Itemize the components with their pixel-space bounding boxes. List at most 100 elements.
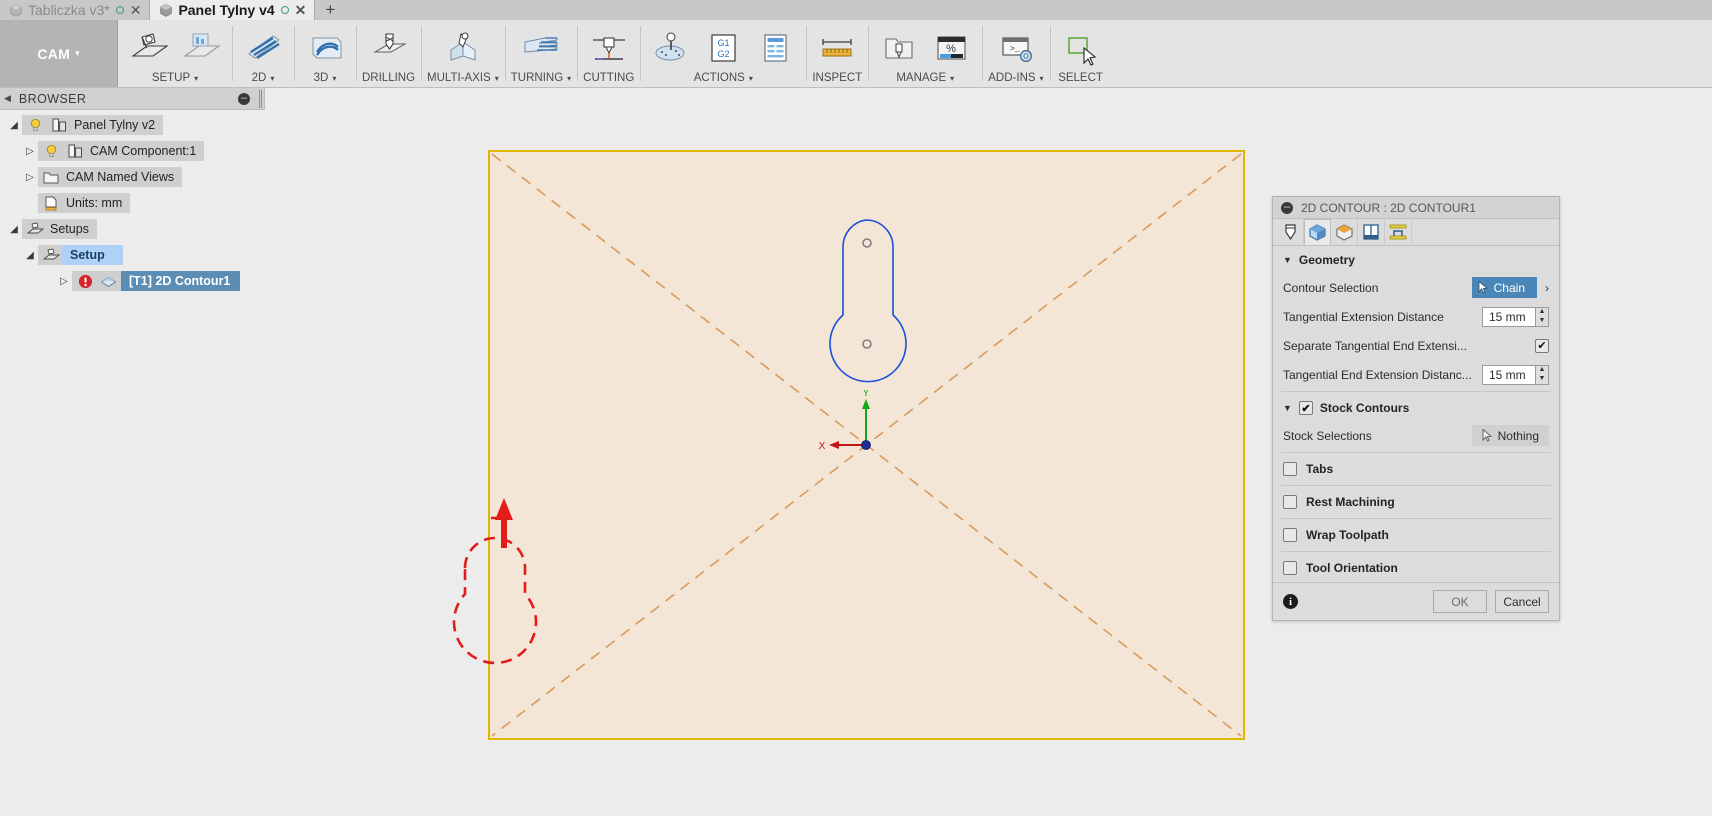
expand-twisty-icon[interactable]: ◢ — [6, 120, 22, 131]
chevron-down-icon: ▾ — [748, 73, 753, 83]
tree-item-pill: CAM Component:1 — [38, 141, 205, 161]
stepper-down-icon[interactable]: ▼ — [1539, 317, 1546, 324]
ok-button[interactable]: OK — [1433, 590, 1487, 613]
contour-selection-row: Contour Selection Chain › — [1273, 273, 1559, 302]
panel-resize-grip[interactable] — [259, 90, 262, 108]
tab-tool[interactable] — [1277, 219, 1304, 245]
scripts-addins-button[interactable]: >_ — [991, 26, 1041, 70]
drilling-button[interactable] — [364, 26, 414, 70]
lightbulb-icon[interactable] — [26, 117, 44, 133]
expand-twisty-icon[interactable]: ◢ — [6, 224, 22, 235]
tree-row-cam-component[interactable]: ▷ CAM Component:1 — [0, 138, 265, 164]
expand-twisty-icon[interactable]: ◢ — [22, 250, 38, 261]
wrap-toolpath-option-row[interactable]: Wrap Toolpath — [1273, 521, 1559, 549]
workspace-switcher[interactable]: CAM ▾ — [0, 20, 118, 87]
post-process-button[interactable]: G1 G2 — [698, 26, 748, 70]
threed-button[interactable] — [300, 26, 350, 70]
minimize-icon[interactable]: – — [238, 92, 250, 105]
multi-axis-button[interactable] — [438, 26, 488, 70]
tangential-end-input[interactable]: 15 mm ▲ ▼ — [1482, 364, 1549, 385]
tree-row-units[interactable]: Units: mm — [0, 190, 265, 216]
tangential-extension-row: Tangential Extension Distance 15 mm ▲ ▼ — [1273, 302, 1559, 331]
tool-orientation-option-row[interactable]: Tool Orientation — [1273, 554, 1559, 582]
lightbulb-icon[interactable] — [42, 143, 60, 159]
group-label: SETUP — [151, 72, 191, 84]
divider — [1281, 518, 1551, 519]
tab-passes[interactable] — [1358, 219, 1385, 245]
stepper[interactable]: ▲ ▼ — [1535, 307, 1548, 326]
ribbon-group-title: MULTI-AXIS ▾ — [427, 70, 499, 84]
close-icon[interactable]: ✕ — [295, 3, 307, 17]
document-tab-0[interactable]: Tabliczka v3* ✕ — [0, 0, 150, 20]
close-icon[interactable]: ✕ — [130, 3, 142, 17]
setup-button[interactable] — [124, 26, 174, 70]
setup-from-folder-button[interactable] — [176, 26, 226, 70]
tabs-option-row[interactable]: Tabs — [1273, 455, 1559, 483]
model-contour-sketch[interactable] — [820, 215, 916, 385]
tangential-extension-input[interactable]: 15 mm ▲ ▼ — [1482, 306, 1549, 327]
group-label: ADD-INS — [988, 72, 1036, 84]
twod-button[interactable] — [238, 26, 288, 70]
expand-twisty-icon[interactable]: ▷ — [56, 276, 72, 287]
tabs-checkbox[interactable] — [1283, 462, 1297, 476]
select-button[interactable] — [1056, 26, 1106, 70]
dialog-title-bar[interactable]: – 2D CONTOUR : 2D CONTOUR1 — [1273, 197, 1559, 219]
collapse-icon[interactable]: – — [1281, 201, 1293, 214]
machining-time-button[interactable]: % — [926, 26, 976, 70]
toolpath-preview[interactable] — [435, 490, 555, 670]
select-cursor-icon — [1067, 37, 1096, 66]
measure-button[interactable] — [812, 26, 862, 70]
tab-linking[interactable] — [1385, 219, 1412, 245]
stock-selections-button[interactable]: Nothing — [1471, 425, 1549, 446]
setup-sheet-button[interactable] — [750, 26, 800, 70]
stepper-down-icon[interactable]: ▼ — [1539, 375, 1546, 382]
cursor-icon — [1482, 429, 1492, 442]
group-label: DRILLING — [362, 72, 416, 84]
tree-row-setup[interactable]: ◢ Setup — [0, 242, 265, 268]
chevron-right-icon[interactable]: › — [1545, 281, 1549, 295]
geometry-section-header[interactable]: ▼ Geometry — [1273, 246, 1559, 273]
ribbon-group-title: SETUP ▾ — [152, 70, 198, 84]
tree-row-cam-named-views[interactable]: ▷ CAM Named Views — [0, 164, 265, 190]
tree-row-setups[interactable]: ◢ Setups — [0, 216, 265, 242]
stepper-up-icon[interactable]: ▲ — [1539, 308, 1546, 315]
geometry-section-label: Geometry — [1298, 253, 1355, 267]
rest-machining-checkbox[interactable] — [1283, 495, 1297, 509]
wrap-toolpath-label: Wrap Toolpath — [1306, 528, 1389, 542]
wrap-toolpath-checkbox[interactable] — [1283, 528, 1297, 542]
separate-tangential-label: Separate Tangential End Extensi... — [1283, 338, 1467, 353]
collapse-left-icon[interactable]: ◀ — [4, 93, 11, 104]
group-label: SELECT — [1058, 72, 1103, 84]
info-icon[interactable]: i — [1283, 594, 1298, 609]
expand-twisty-icon[interactable]: ▷ — [22, 172, 38, 183]
ribbon-group-actions: G1 G2 ACTIONS ▾ — [640, 20, 806, 87]
tab-geometry[interactable] — [1304, 219, 1331, 245]
stock-contours-checkbox[interactable]: ✔ — [1298, 401, 1313, 415]
tree-icon-wrap — [72, 271, 121, 291]
tool-orientation-checkbox[interactable] — [1283, 561, 1297, 575]
rest-machining-option-row[interactable]: Rest Machining — [1273, 488, 1559, 516]
simulate-button[interactable] — [646, 26, 696, 70]
ribbon-toolbar: CAM ▾ SETUP ▾ 2D ▾ 3D ▾ DRILLING MULTI-A… — [0, 20, 1712, 88]
tab-heights[interactable] — [1331, 219, 1358, 245]
stock-contours-header[interactable]: ▼ ✔ Stock Contours — [1273, 394, 1559, 421]
cancel-button[interactable]: Cancel — [1495, 590, 1549, 613]
contour-selection-value: Chain — [1493, 280, 1525, 295]
stepper[interactable]: ▲ ▼ — [1535, 365, 1548, 384]
tangential-end-label: Tangential End Extension Distanc... — [1283, 367, 1472, 382]
contour-selection-button[interactable]: Chain — [1471, 277, 1537, 298]
expand-twisty-icon[interactable]: ▷ — [22, 146, 38, 157]
dialog-tab-bar — [1273, 219, 1559, 246]
svg-text:%: % — [946, 43, 956, 55]
turning-button[interactable] — [516, 26, 566, 70]
cutting-button[interactable] — [584, 26, 634, 70]
tool-library-button[interactable] — [874, 26, 924, 70]
document-tab-1[interactable]: Panel Tylny v4 ✕ — [150, 0, 315, 20]
separate-tangential-checkbox[interactable]: ✔ — [1535, 338, 1549, 353]
divider — [1281, 391, 1551, 392]
tree-row-2d-contour1[interactable]: ▷ [T1] 2D Contour1 — [0, 268, 265, 294]
stepper-up-icon[interactable]: ▲ — [1539, 366, 1546, 373]
new-tab-button[interactable]: + — [315, 0, 345, 20]
tree-row-panel-tylny[interactable]: ◢ Panel Tylny v2 — [0, 112, 265, 138]
tool-library-icon — [885, 38, 913, 59]
